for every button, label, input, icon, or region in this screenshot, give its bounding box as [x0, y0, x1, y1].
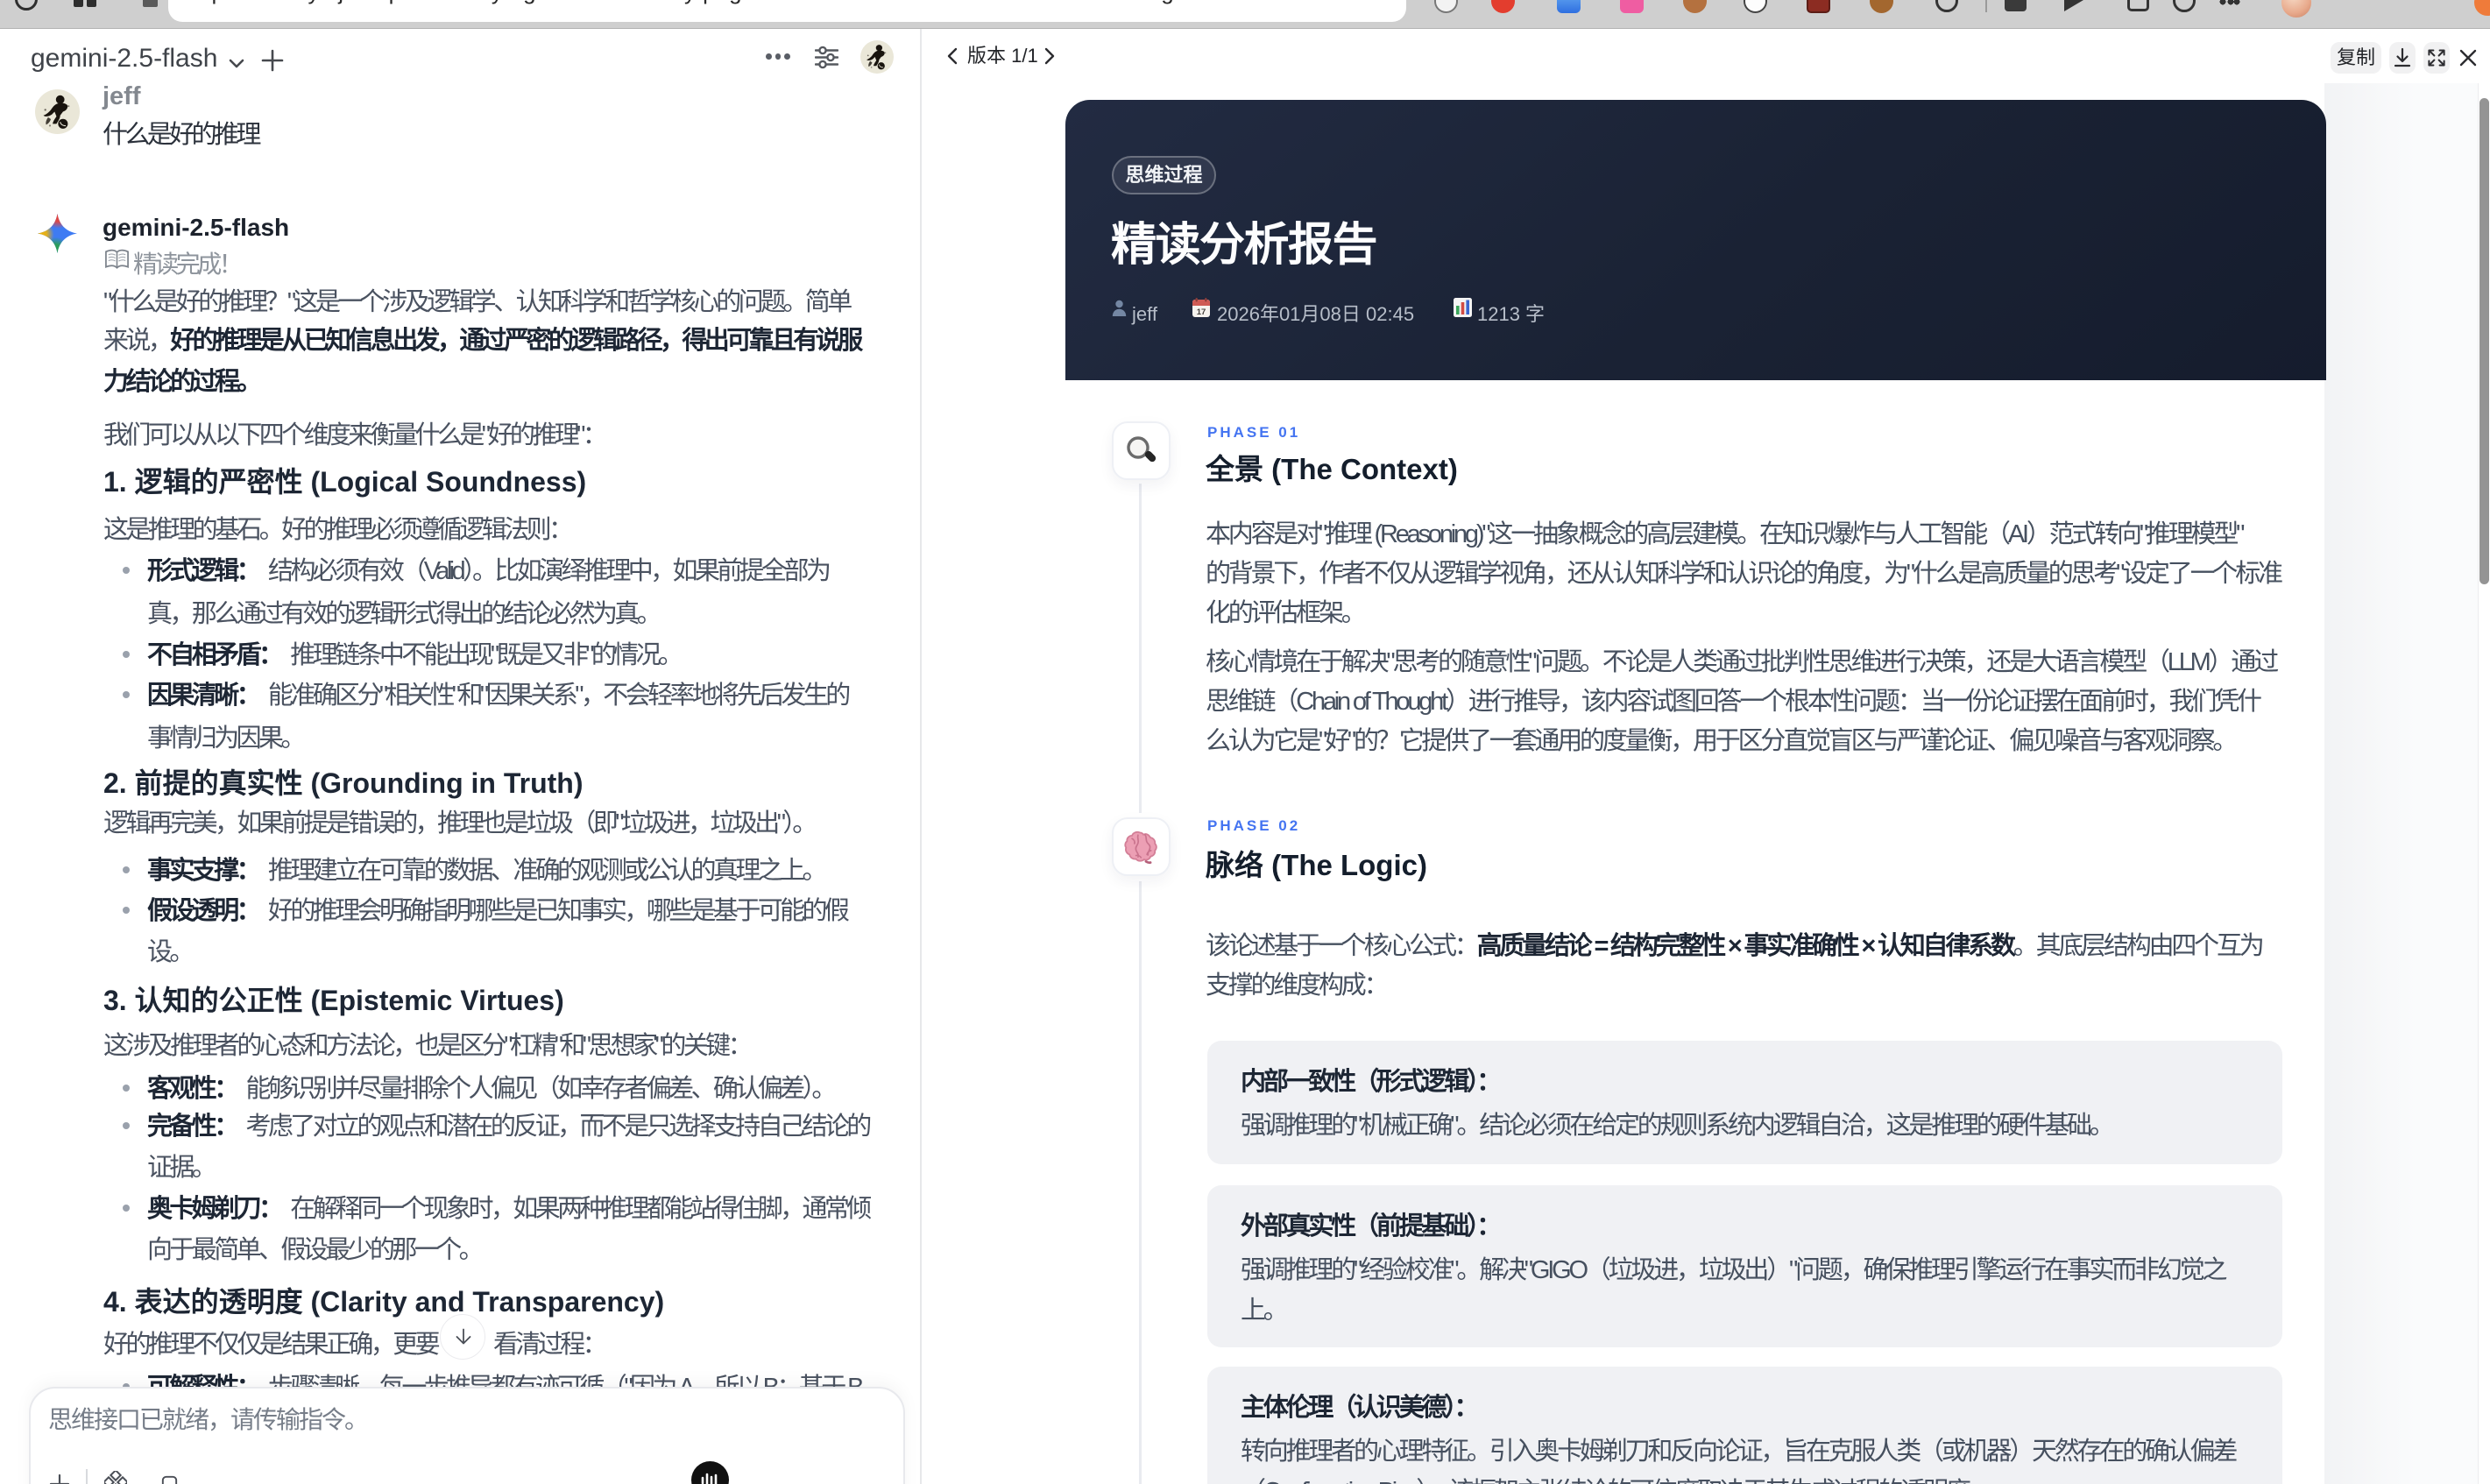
svg-text:17: 17	[1197, 307, 1206, 317]
